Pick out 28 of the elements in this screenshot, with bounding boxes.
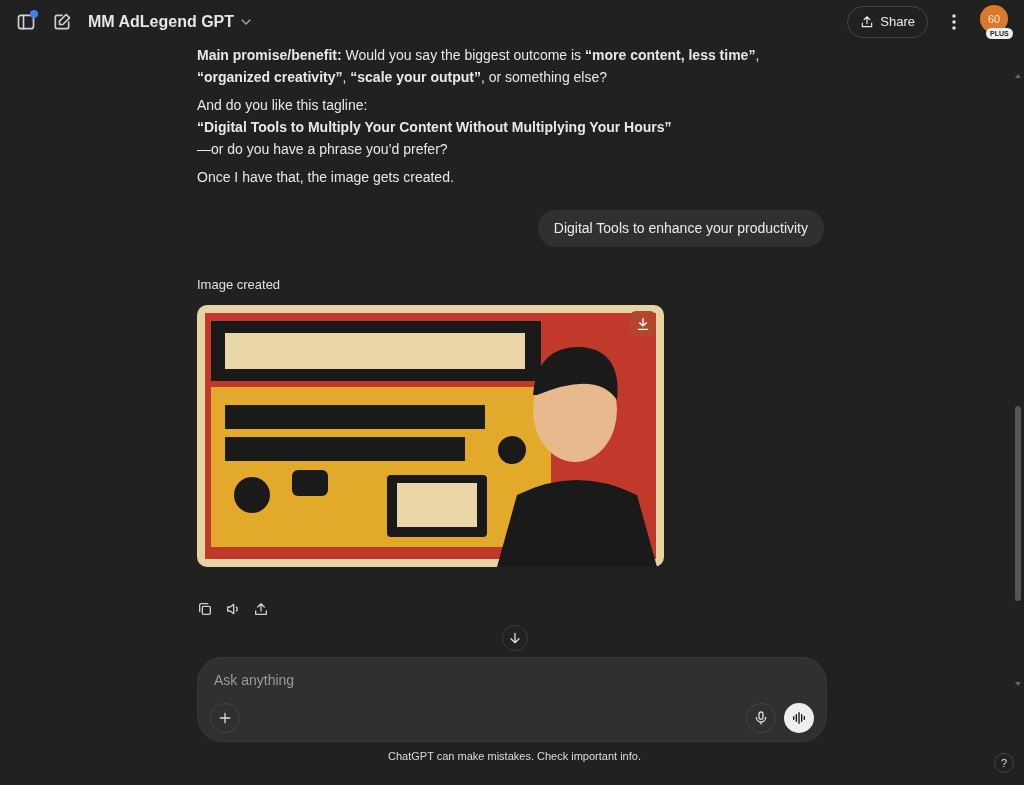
scroll-down-button[interactable] [501,624,528,651]
image-caption: Image created [197,276,282,294]
more-icon [952,14,956,30]
pencil-icon [52,12,72,32]
copy-button[interactable] [197,600,213,617]
waveform-icon [791,709,807,726]
message-text: And do you like this tagline: [197,96,369,115]
download-icon [635,315,651,332]
upload-icon [253,600,269,617]
microphone-icon [753,709,769,726]
message-text: “Digital Tools to Multiply Your Content Without Multiplying Your Hours” [197,118,673,137]
share-icon [860,15,875,29]
message-text: Once I have that, the image gets created. [197,168,455,187]
more-options-button[interactable] [952,14,956,30]
copy-icon [197,600,213,617]
message-text: —or do you have a phrase you’d prefer? [197,140,449,159]
message-text: Main promise/benefit: Would you say the biggest outcome is “more content, less time”, “organized creativity”, “scale your output”, or something else? [197,46,761,87]
sidebar-icon [16,12,36,32]
share-message-button[interactable] [253,600,269,617]
model-selector[interactable]: MM AdLegend GPT [88,10,255,34]
new-chat-button[interactable] [52,12,72,32]
message-input[interactable]: Ask anything [210,669,814,691]
sidebar-toggle[interactable] [16,12,36,32]
voice-mode-button[interactable] [784,702,814,733]
model-title: MM AdLegend GPT [88,12,235,32]
user-message: Digital Tools to enhance your productivity [537,210,824,247]
disclaimer: ChatGPT can make mistakes. Check important info. [387,748,642,764]
download-button[interactable] [630,310,656,337]
